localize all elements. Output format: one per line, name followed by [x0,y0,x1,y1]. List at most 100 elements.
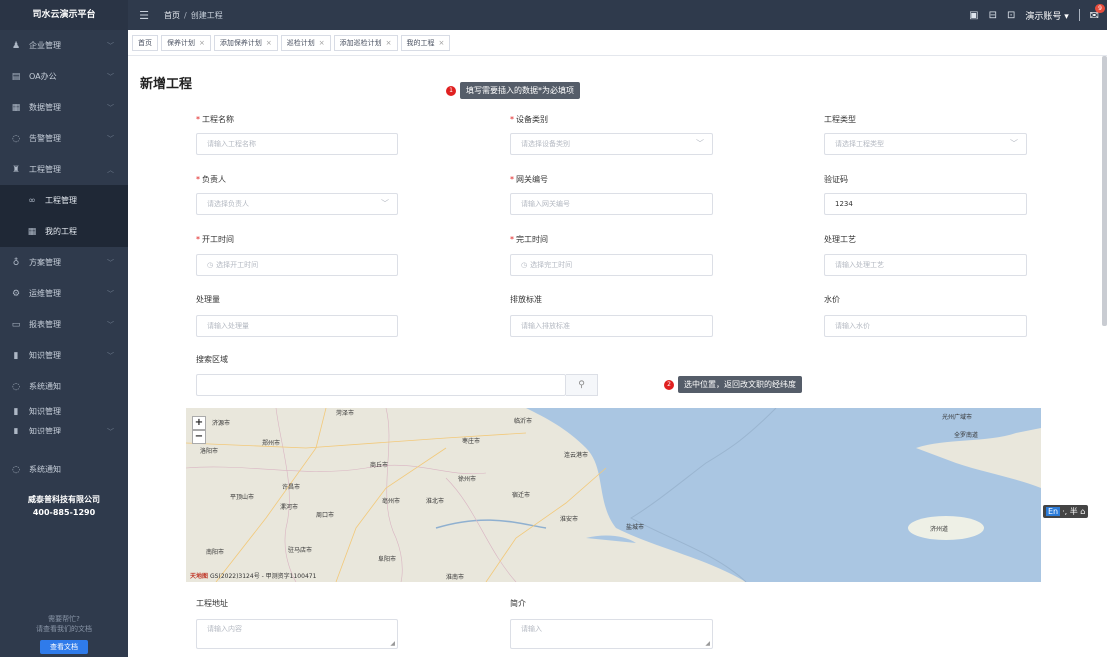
verify-code-input[interactable]: 1234 [824,193,1027,215]
sidebar-item-label: 数据管理 [29,103,61,112]
sidebar-item-label: 知识管理 [29,351,61,360]
address-label: 工程地址 [196,599,228,608]
map-city-label: 枣庄市 [462,438,481,445]
page-title: 新增工程 [140,77,193,92]
tab-inspection-plan[interactable]: 巡检计划 × [280,34,331,51]
sidebar-item-alarm[interactable]: ◌ 告警管理 ﹀ [0,123,128,154]
chevron-down-icon: ﹀ [381,199,389,208]
company-info: 威泰普科技有限公司 400-885-1290 [0,485,128,519]
help-box: 需要帮忙? 请查看我们的文档 查看文档 [0,614,128,657]
company-name: 威泰普科技有限公司 [28,495,100,504]
breadcrumb-home[interactable]: 首页 [164,11,180,20]
textarea-placeholder: 请输入 [521,625,542,633]
start-time-picker[interactable]: ◷ 选择开工时间 [196,254,398,276]
gateway-input[interactable]: 请输入网关编号 [510,193,713,215]
standard-input[interactable]: 请输入排放标准 [510,315,713,337]
close-icon[interactable]: × [199,39,205,47]
project-name-label: * 工程名称 [196,115,234,124]
map-copyright-text: GS(2022)3124号 - 甲测资字1100471 [210,573,317,580]
sidebar-item-knowledge[interactable]: ▮ 知识管理 ﹀ [0,340,128,371]
map-view[interactable]: + − 济源市 郑州市 洛阳市 许昌市 平顶山市 漯河市 周口市 南阳市 驻马店… [186,408,1041,582]
chevron-down-icon: ﹀ [107,258,114,267]
layout-icon[interactable]: ⊟ [989,10,997,21]
close-icon[interactable]: × [319,39,325,47]
area-search-button[interactable]: ⚲ [566,374,598,396]
owner-select[interactable]: 请选择负责人 ﹀ [196,193,398,215]
tab-my-project[interactable]: 我的工程 × [400,34,451,51]
breadcrumb-current: 创建工程 [190,10,223,20]
map-city-label: 光州广域市 [942,414,973,421]
map-logo: 天地图 [190,573,209,580]
ime-indicator[interactable]: En ·, 半 ⌂ [1043,505,1089,518]
sidebar-item-ops[interactable]: ⚙ 运维管理 ﹀ [0,278,128,309]
sidebar-item-project[interactable]: ♜ 工程管理 ︿ [0,154,128,185]
resize-handle-icon[interactable]: ◢ [705,640,710,647]
bell-icon: ◌ [12,464,20,475]
tab-label: 添加巡检计划 [339,38,382,47]
chevron-down-icon: ﹀ [1010,139,1018,148]
map-city-label: 洛阳市 [200,448,219,455]
book-icon: ▮ [13,350,19,361]
resize-handle-icon[interactable]: ◢ [390,640,395,647]
sidebar-item-data[interactable]: ▦ 数据管理 ﹀ [0,92,128,123]
sidebar-item-scheme[interactable]: ♁ 方案管理 ﹀ [0,247,128,278]
screen-icon[interactable]: ▣ [969,10,978,21]
device-type-label: * 设备类别 [510,115,548,124]
device-type-select[interactable]: 请选择设备类别 ﹀ [510,133,713,155]
chevron-down-icon: ﹀ [107,320,114,329]
tab-add-inspection-plan[interactable]: 添加巡检计划 × [333,34,398,51]
sidebar: 司水云演示平台 ♟ 企业管理 ﹀ ▤ OA办公 ﹀ ▦ 数据管理 ﹀ ◌ 告警管… [0,0,128,657]
sidebar-item-notify-2[interactable]: ◌ 系统通知 [0,454,128,485]
tab-add-maintenance-plan[interactable]: 添加保养计划 × [213,34,278,51]
select-placeholder: 请选择负责人 [207,200,249,208]
map-zoom-in[interactable]: + [192,416,206,430]
price-input[interactable]: 请输入水价 [824,315,1027,337]
sidebar-item-label: 系统通知 [29,465,61,474]
user-menu[interactable]: 演示账号 ▾ [1025,9,1068,22]
chevron-down-icon: ﹀ [107,427,114,435]
book-icon: ▮ [13,426,19,435]
message-icon[interactable]: ⊡ [1007,10,1015,21]
sidebar-item-oa[interactable]: ▤ OA办公 ﹀ [0,61,128,92]
map-zoom-out[interactable]: − [192,430,206,444]
area-search-input[interactable] [196,374,566,396]
intro-textarea[interactable]: 请输入 ◢ [510,619,713,649]
end-time-picker[interactable]: ◷ 选择完工时间 [510,254,713,276]
sidebar-subitem-project-manage[interactable]: ∞ 工程管理 [0,185,128,216]
close-icon[interactable]: × [266,39,272,47]
project-type-select[interactable]: 请选择工程类型 ﹀ [824,133,1027,155]
wrench-icon: ⚙ [11,288,21,299]
process-input[interactable]: 请输入处理工艺 [824,254,1027,276]
date-placeholder: 选择完工时间 [530,261,573,269]
map-city-label: 淮安市 [560,516,579,523]
breadcrumb: 首页 / 创建工程 [164,10,223,21]
sidebar-item-notify[interactable]: ◌ 系统通知 [0,371,128,402]
verify-code-label: 验证码 [824,175,848,184]
project-icon: ♜ [11,164,21,175]
map-city-label: 商丘市 [370,462,389,469]
view-docs-button[interactable]: 查看文档 [40,640,88,654]
ime-status: ·, 半 ⌂ [1062,507,1086,516]
scrollbar[interactable] [1102,56,1107,326]
tab-maintenance-plan[interactable]: 保养计划 × [161,34,211,51]
sidebar-subitem-my-project[interactable]: ▦ 我的工程 [0,216,128,247]
address-textarea[interactable]: 请输入内容 ◢ [196,619,398,649]
hint-number: 2 [664,379,674,390]
sidebar-item-label: 告警管理 [29,134,61,143]
sidebar-item-report[interactable]: ▭ 报表管理 ﹀ [0,309,128,340]
close-icon[interactable]: × [439,39,445,47]
menu-toggle-icon[interactable]: ☰ [132,9,156,22]
chevron-down-icon: ﹀ [107,289,114,298]
map-city-label: 漯河市 [280,504,299,511]
volume-input[interactable]: 请输入处理量 [196,315,398,337]
close-icon[interactable]: × [386,39,392,47]
notification-icon[interactable]: ✉ 9 [1090,3,1105,22]
select-placeholder: 请选择工程类型 [835,140,884,148]
sidebar-item-knowledge-ghost-2[interactable]: ▮ 知识管理 ﹀ [0,416,128,435]
top-bar: ☰ 首页 / 创建工程 ▣ ⊟ ⊡ 演示账号 ▾ ✉ 9 [128,0,1107,30]
sidebar-item-label: 工程管理 [29,165,61,174]
project-name-input[interactable]: 请输入工程名称 [196,133,398,155]
chevron-down-icon: ﹀ [107,103,114,112]
tab-home[interactable]: 首页 [132,34,158,51]
sidebar-item-enterprise[interactable]: ♟ 企业管理 ﹀ [0,30,128,61]
